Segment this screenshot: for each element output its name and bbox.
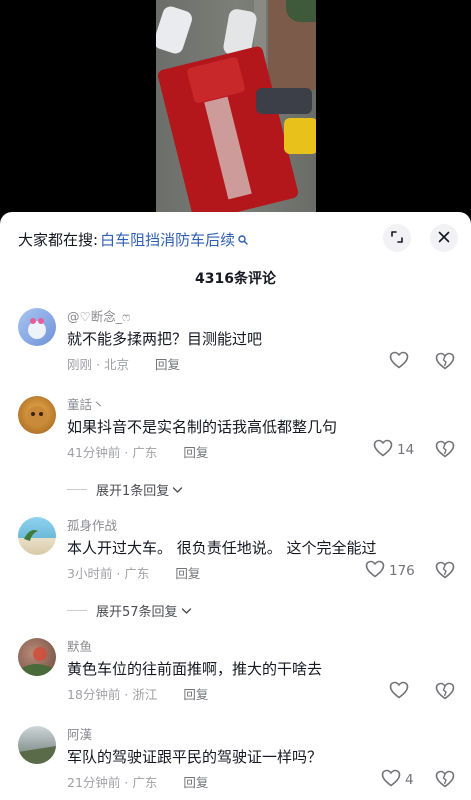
trending-search-prefix: 大家都在搜: [18, 230, 99, 249]
dislike-button[interactable] [435, 770, 455, 790]
like-button[interactable]: 14 [373, 439, 415, 461]
dislike-button[interactable] [435, 352, 455, 372]
comment-time: 21分钟前 [67, 775, 121, 790]
broken-heart-icon [435, 440, 455, 462]
comment-sheet: 大家都在搜: 白车阻挡消防车后续 4316条评论 @♡断念_ෆ 就不能多揉两把？… [0, 212, 471, 800]
comment-text: 黄色车位的往前面推啊，推大的干啥去 [67, 660, 323, 678]
dislike-button[interactable] [435, 682, 455, 702]
like-button[interactable]: 4 [381, 769, 414, 791]
dislike-button[interactable] [435, 440, 455, 460]
reply-button[interactable]: 回复 [183, 775, 208, 790]
expand-replies-button[interactable]: 展开1条回复 [67, 480, 183, 499]
like-count: 176 [389, 563, 415, 579]
like-button[interactable] [389, 351, 413, 373]
heart-icon [365, 560, 385, 582]
avatar[interactable] [18, 308, 56, 346]
like-button[interactable]: 176 [365, 560, 415, 582]
comment-location: 广东 [124, 566, 150, 581]
divider-line [67, 610, 87, 611]
comment-text: 军队的驾驶证跟平民的驾驶证一样吗？ [67, 748, 323, 766]
comment-username[interactable]: 阿漢 [67, 724, 92, 743]
comment-username[interactable]: 童話丶 [67, 394, 105, 413]
video-frame [156, 0, 316, 212]
comment-text: 如果抖音不是实名制的话我高低都整几句 [67, 418, 338, 436]
dislike-button[interactable] [435, 561, 455, 581]
debris [256, 88, 312, 114]
reply-button[interactable]: 回复 [183, 445, 208, 460]
chevron-down-icon [181, 607, 192, 615]
trending-search-term[interactable]: 白车阻挡消防车后续 [100, 229, 235, 250]
avatar[interactable] [18, 726, 56, 764]
heart-icon [381, 769, 401, 791]
comment-location: 浙江 [132, 687, 158, 702]
comment-text: 本人开过大车。 很负责任地说。 这个完全能过 [67, 539, 377, 557]
comment-username[interactable]: @♡断念_ෆ [67, 306, 130, 325]
comment-username[interactable]: 孤身作战 [67, 515, 117, 534]
heart-icon [389, 351, 409, 373]
comment-time: 刚刚 [67, 357, 93, 372]
yellow-car [284, 118, 316, 154]
chevron-down-icon [172, 486, 183, 494]
divider-line [67, 489, 87, 490]
expand-replies-label: 展开57条回复 [96, 605, 178, 620]
comment-text: 就不能多揉两把？目测能过吧 [67, 330, 263, 348]
comment-meta: 刚刚 · 北京 回复 [67, 357, 180, 372]
comment-time: 41分钟前 [67, 445, 121, 460]
comment-username[interactable]: 默鱼 [67, 636, 92, 655]
video-player[interactable] [0, 0, 471, 212]
broken-heart-icon [435, 682, 455, 704]
comment-meta: 18分钟前 · 浙江 回复 [67, 687, 209, 702]
comments-count-title: 4316条评论 [195, 271, 276, 287]
comment-time: 3小时前 [67, 566, 113, 581]
comment-time: 18分钟前 [67, 687, 121, 702]
expand-replies-button[interactable]: 展开57条回复 [67, 601, 192, 620]
comment-location: 北京 [103, 357, 129, 372]
comment-meta: 41分钟前 · 广东 回复 [67, 445, 209, 460]
like-count: 14 [397, 442, 415, 458]
like-button[interactable] [389, 681, 413, 703]
tree [286, 0, 316, 22]
avatar[interactable] [18, 638, 56, 676]
close-button[interactable] [430, 224, 458, 252]
comment-meta: 21分钟前 · 广东 回复 [67, 775, 209, 790]
heart-icon [389, 681, 409, 703]
close-icon [437, 229, 451, 248]
expand-replies-label: 展开1条回复 [96, 484, 170, 499]
broken-heart-icon [435, 352, 455, 374]
expand-button[interactable] [383, 224, 411, 252]
avatar[interactable] [18, 517, 56, 555]
expand-icon [390, 229, 404, 248]
heart-icon [373, 439, 393, 461]
comment-meta: 3小时前 · 广东 回复 [67, 566, 201, 581]
search-icon [238, 231, 248, 245]
broken-heart-icon [435, 561, 455, 583]
reply-button[interactable]: 回复 [175, 566, 200, 581]
reply-button[interactable]: 回复 [183, 687, 208, 702]
comment-location: 广东 [132, 445, 158, 460]
like-count: 4 [405, 772, 414, 788]
trending-search[interactable]: 大家都在搜: 白车阻挡消防车后续 [18, 228, 248, 250]
avatar[interactable] [18, 396, 56, 434]
reply-button[interactable]: 回复 [155, 357, 180, 372]
broken-heart-icon [435, 770, 455, 792]
comment-location: 广东 [132, 775, 158, 790]
